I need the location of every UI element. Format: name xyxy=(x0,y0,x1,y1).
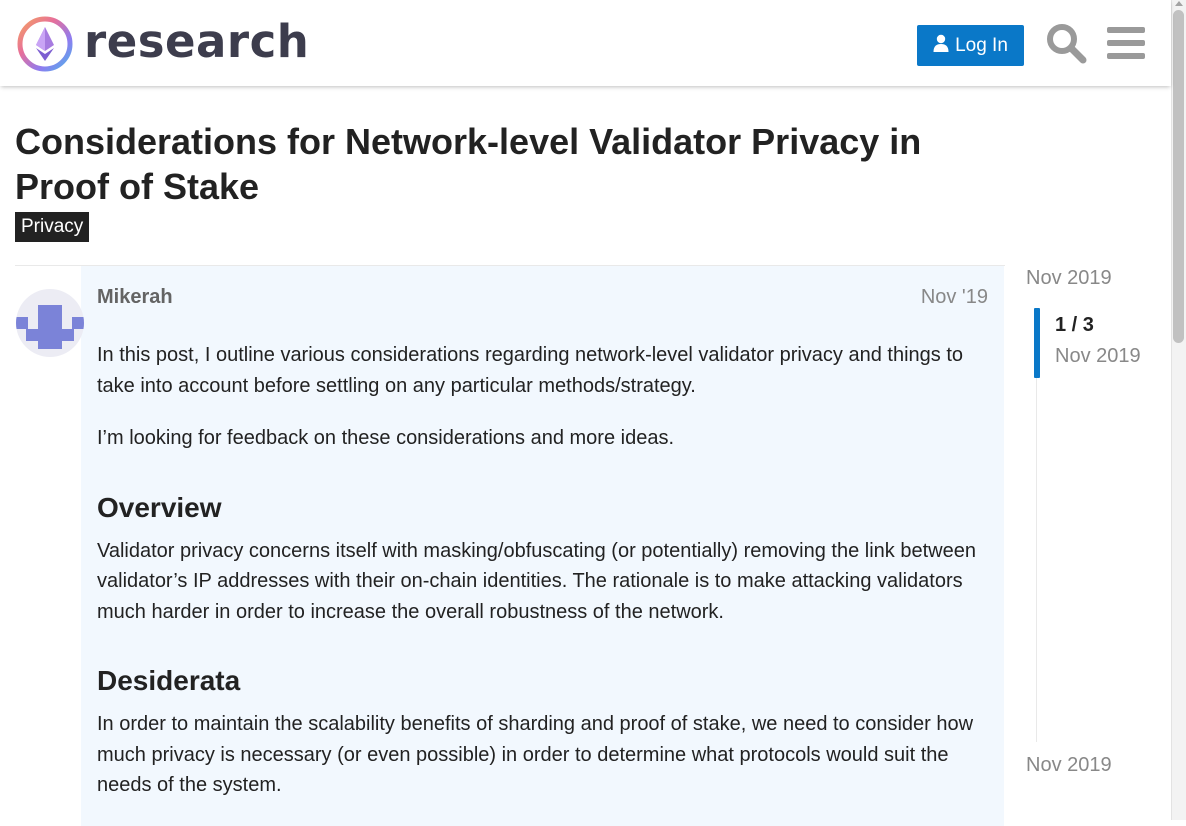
logo-text[interactable]: research xyxy=(84,12,309,72)
post-content: In this post, I outline various consider… xyxy=(97,340,987,823)
timeline-start-date[interactable]: Nov 2019 xyxy=(1026,267,1112,290)
post-username[interactable]: Mikerah xyxy=(97,286,173,309)
login-label: Log In xyxy=(955,34,1008,56)
category-badge[interactable]: Privacy xyxy=(15,212,90,242)
timeline-position: 1 / 3 xyxy=(1055,314,1094,336)
site-header: research Log In xyxy=(0,0,1171,86)
topic-title[interactable]: Considerations for Network-level Validat… xyxy=(15,119,1005,209)
post-paragraph: I’m looking for feedback on these consid… xyxy=(97,427,675,449)
post-paragraph: In this post, I outline various consider… xyxy=(97,344,964,397)
ethereum-logo-icon[interactable] xyxy=(16,15,74,73)
section-heading-overview: Overview xyxy=(97,491,222,523)
scroll-up-icon[interactable] xyxy=(1175,1,1183,6)
timeline-current-date: Nov 2019 xyxy=(1055,345,1141,367)
section-heading-desiderata: Desiderata xyxy=(97,665,241,696)
timeline-end-date[interactable]: Nov 2019 xyxy=(1026,754,1112,777)
post-paragraph: Validator privacy concerns itself with m… xyxy=(97,539,976,623)
search-icon[interactable] xyxy=(1045,22,1087,64)
login-button[interactable]: Log In xyxy=(917,25,1024,66)
timeline-handle[interactable] xyxy=(1034,308,1040,378)
scrollbar-thumb[interactable] xyxy=(1173,10,1184,343)
hamburger-menu-icon[interactable] xyxy=(1107,26,1145,60)
post-date[interactable]: Nov '19 xyxy=(921,286,988,309)
user-icon xyxy=(933,34,949,58)
post-paragraph: In order to maintain the scalability ben… xyxy=(97,713,974,796)
avatar[interactable] xyxy=(16,289,84,357)
